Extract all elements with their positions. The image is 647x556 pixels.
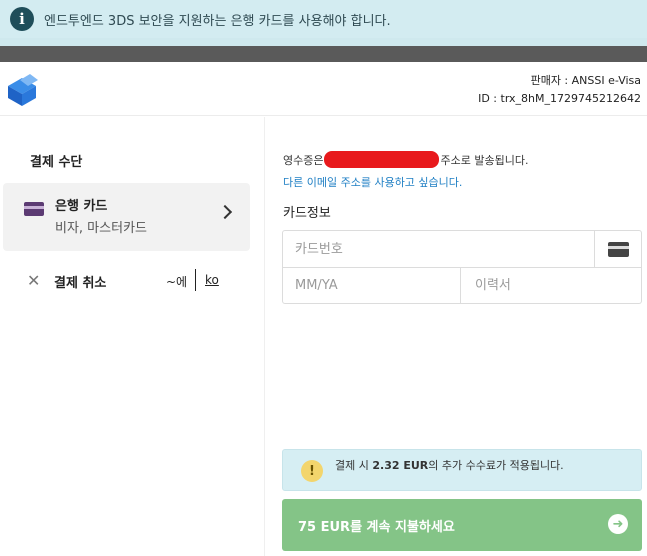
cvc-input[interactable]	[461, 268, 641, 303]
banner-text: 엔드투엔드 3DS 보안을 지원하는 은행 카드를 사용해야 합니다.	[44, 13, 391, 29]
language-option[interactable]: ~에	[166, 273, 187, 290]
banner-strip	[0, 38, 647, 46]
info-banner: i 엔드투엔드 3DS 보안을 지원하는 은행 카드를 사용해야 합니다.	[0, 0, 647, 38]
card-input-group	[282, 230, 642, 304]
pay-button-label: 75 EUR를 계속 지불하세요	[298, 520, 455, 535]
other-email-link[interactable]: 다른 이메일 주소를 사용하고 싶습니다.	[283, 174, 462, 190]
expiry-input[interactable]	[283, 268, 461, 303]
receipt-notice: 영수증은 주소로 발송됩니다.	[283, 151, 528, 168]
cancel-payment-button[interactable]: 결제 취소	[54, 272, 106, 291]
fee-suffix: 의 추가 수수료가 적용됩니다.	[428, 459, 564, 472]
info-icon: i	[10, 7, 34, 31]
arrow-right-icon: ➜	[608, 514, 628, 534]
receipt-prefix: 영수증은	[283, 154, 324, 167]
payment-methods-panel: 결제 수단 은행 카드 비자, 마스터카드 ✕ 결제 취소 ~에 ko	[0, 117, 265, 556]
language-divider	[195, 269, 196, 291]
language-current[interactable]: ko	[205, 273, 219, 287]
dark-strip	[0, 46, 647, 62]
fee-notice: ! 결제 시 2.32 EUR의 추가 수수료가 적용됩니다.	[282, 449, 642, 491]
card-form-panel: 영수증은 주소로 발송됩니다. 다른 이메일 주소를 사용하고 싶습니다. 카드정…	[266, 117, 647, 556]
merchant-name: 판매자 : ANSSI e-Visa	[530, 74, 641, 87]
warning-icon: !	[301, 460, 323, 482]
transaction-id: ID : trx_8hM_1729745212642	[478, 92, 641, 105]
cancel-row: ✕ 결제 취소 ~에 ko	[24, 269, 254, 293]
pay-button[interactable]: 75 EUR를 계속 지불하세요 ➜	[282, 499, 642, 551]
card-info-title: 카드정보	[283, 206, 331, 221]
card-brand-slot	[595, 231, 641, 268]
payment-methods-title: 결제 수단	[30, 155, 83, 170]
chevron-right-icon	[217, 204, 233, 220]
header: 판매자 : ANSSI e-Visa ID : trx_8hM_17297452…	[0, 62, 647, 116]
redacted-email	[324, 151, 440, 168]
method-sub: 비자, 마스터카드	[55, 221, 147, 236]
card-number-input[interactable]	[283, 231, 595, 268]
credit-card-icon	[608, 242, 629, 257]
fee-amount: 2.32 EUR	[372, 459, 429, 472]
receipt-suffix: 주소로 발송됩니다.	[440, 154, 529, 167]
close-icon[interactable]: ✕	[27, 271, 40, 290]
credit-card-icon	[24, 202, 44, 216]
logo-icon	[8, 74, 38, 106]
fee-prefix: 결제 시	[335, 459, 369, 472]
method-bank-card[interactable]: 은행 카드 비자, 마스터카드	[3, 183, 250, 251]
method-name: 은행 카드	[55, 199, 108, 214]
fee-text: 결제 시 2.32 EUR의 추가 수수료가 적용됩니다.	[335, 457, 564, 473]
